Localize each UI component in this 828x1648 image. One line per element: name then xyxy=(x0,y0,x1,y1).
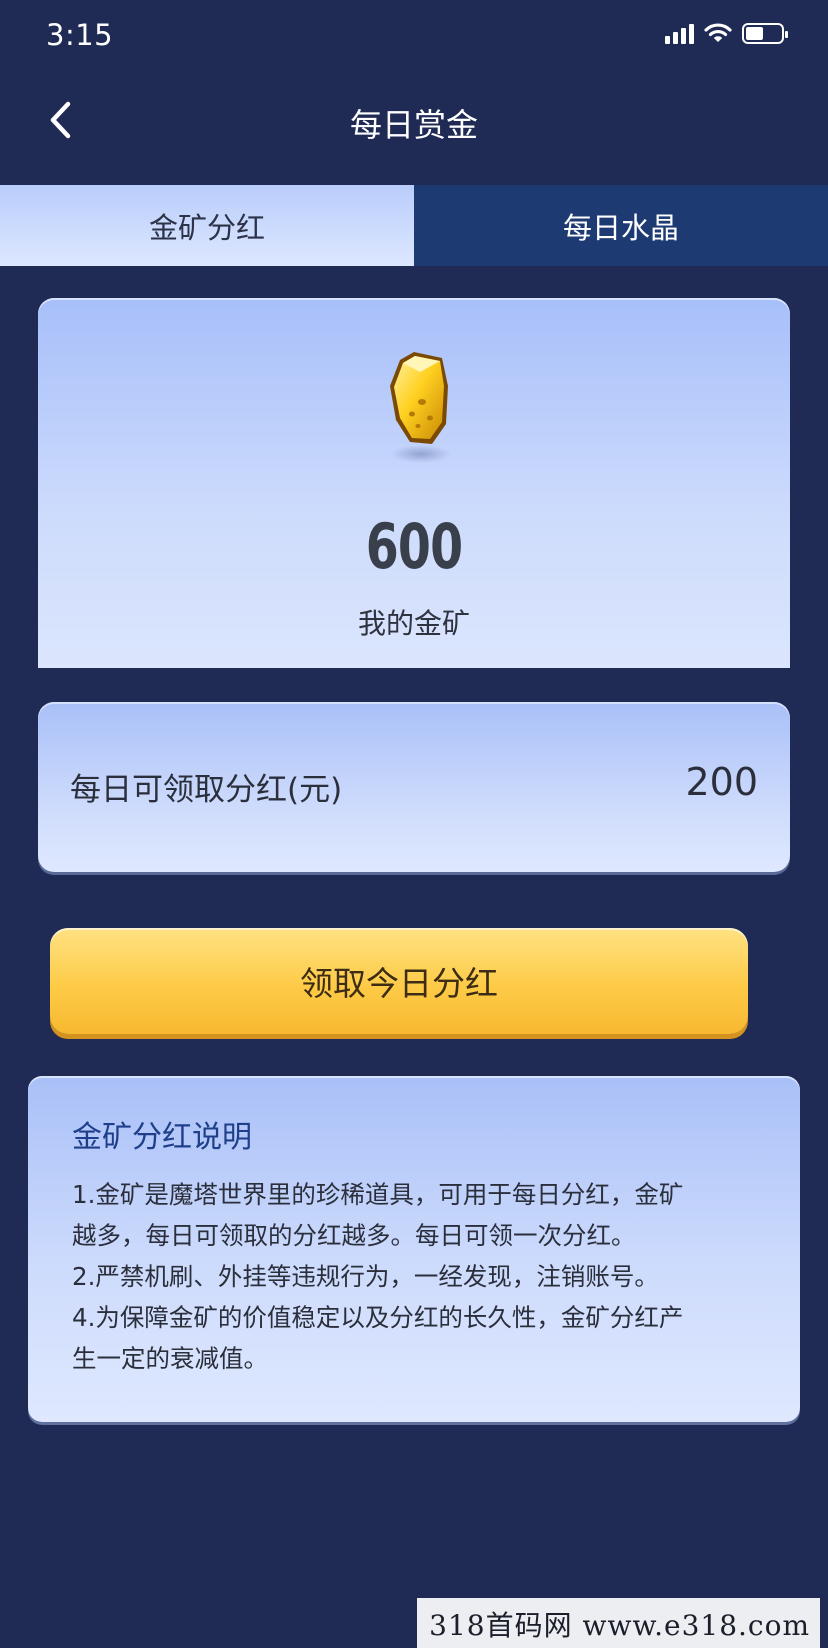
page-title: 每日赏金 xyxy=(349,106,478,144)
explanation-card: 金矿分红说明 1.金矿是魔塔世界里的珍稀道具，可用于每日分红，金矿 越多，每日可… xyxy=(28,1076,800,1422)
gold-card: 600 我的金矿 xyxy=(38,298,790,668)
cellular-signal-icon xyxy=(665,22,694,44)
explanation-line: 越多，每日可领取的分红越多。每日可领一次分红。 xyxy=(72,1221,636,1250)
explanation-line: 2.严禁机刷、外挂等违规行为，一经发现，注销账号。 xyxy=(72,1262,659,1291)
watermark: 318首码网 www.e318.com xyxy=(417,1598,820,1648)
battery-icon xyxy=(742,22,788,44)
wifi-icon xyxy=(704,23,732,42)
status-icons xyxy=(665,22,788,44)
status-time: 3:15 xyxy=(46,18,114,52)
daily-dividend-card: 每日可领取分红(元) 200 xyxy=(38,702,790,872)
tab-bar: 金矿分红 每日水晶 xyxy=(0,185,828,266)
screen: 3:15 每日赏金 金矿分红 每日水晶 600 我的金矿 每日可领取分红(元) … xyxy=(0,0,828,1648)
explanation-line: 1.金矿是魔塔世界里的珍稀道具，可用于每日分红，金矿 xyxy=(72,1180,684,1209)
explanation-line: 4.为保障金矿的价值稳定以及分红的长久性，金矿分红产 xyxy=(72,1303,684,1332)
daily-dividend-label: 每日可领取分红(元) xyxy=(70,772,343,808)
battery-level xyxy=(746,26,763,40)
status-bar: 3:15 xyxy=(0,0,828,72)
gold-nugget-icon xyxy=(390,352,451,463)
tab-daily-crystal[interactable]: 每日水晶 xyxy=(414,185,828,266)
gold-label: 我的金矿 xyxy=(357,607,470,640)
explanation-title: 金矿分红说明 xyxy=(72,1120,252,1155)
daily-dividend-value: 200 xyxy=(685,760,758,804)
explanation-line: 生一定的衰减值。 xyxy=(72,1344,268,1373)
tab-gold-dividend[interactable]: 金矿分红 xyxy=(0,185,414,266)
claim-dividend-button[interactable]: 领取今日分红 xyxy=(50,928,748,1034)
gold-amount: 600 xyxy=(365,510,463,583)
nav-bar: 每日赏金 xyxy=(0,72,828,172)
